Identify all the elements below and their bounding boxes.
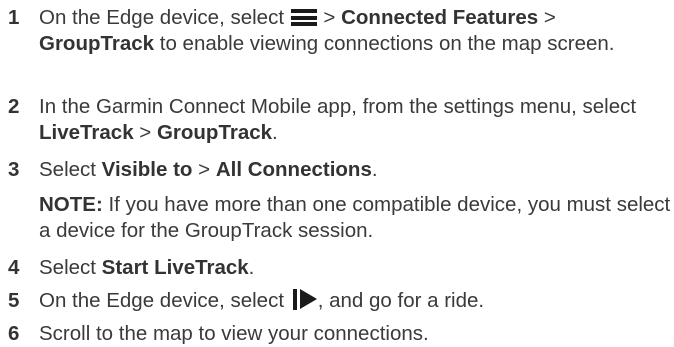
step-number: 3 <box>8 158 20 181</box>
text-segment: > <box>192 158 216 181</box>
text-segment: Select <box>39 256 102 279</box>
note: NOTE: If you have more than one compatib… <box>39 192 671 244</box>
bold-term: Visible to <box>101 158 193 181</box>
bold-term: Connected Features <box>341 6 539 29</box>
text-segment: . <box>272 121 278 144</box>
step-text: Select Start LiveTrack. <box>39 255 671 281</box>
text-segment: . <box>248 256 255 279</box>
text-segment: > <box>538 6 556 29</box>
text-segment: . <box>371 158 378 181</box>
menu-icon <box>290 9 317 26</box>
step-number: 6 <box>8 322 20 345</box>
text-segment: In the Garmin Connect Mobile app, from t… <box>39 95 637 118</box>
text-segment: On the Edge device, select <box>39 6 290 29</box>
text-segment: On the Edge device, select <box>39 289 290 312</box>
bold-term: LiveTrack <box>39 121 134 144</box>
step-text: Select Visible to > All Connections. <box>39 157 671 183</box>
step-number: 4 <box>8 256 20 279</box>
bold-term: All Connections <box>215 158 372 181</box>
bold-term: GroupTrack <box>39 32 155 55</box>
step-number: 2 <box>8 95 20 118</box>
text-segment: to enable viewing connections on the map… <box>154 32 615 55</box>
step-number: 5 <box>8 289 20 312</box>
note-label: NOTE: <box>39 193 103 216</box>
start-icon <box>292 289 317 310</box>
step-text: Scroll to the map to view your connectio… <box>39 321 671 347</box>
instruction-steps: 1 On the Edge device, select > Connected… <box>0 0 674 347</box>
step-text: In the Garmin Connect Mobile app, from t… <box>39 94 671 146</box>
text-segment: Scroll to the map to view your connectio… <box>39 322 429 345</box>
step-text: On the Edge device, select , and go for … <box>39 288 671 314</box>
bold-term: Start LiveTrack <box>101 256 249 279</box>
step-text: On the Edge device, select > Connected F… <box>39 5 671 57</box>
note-text: If you have more than one compatible dev… <box>39 193 671 242</box>
text-segment: > <box>317 6 342 29</box>
step-number: 1 <box>8 6 20 29</box>
text-segment: , and go for a ride. <box>317 289 485 312</box>
bold-term: GroupTrack <box>156 121 273 144</box>
text-segment: Select <box>39 158 102 181</box>
text-segment: > <box>133 121 157 144</box>
